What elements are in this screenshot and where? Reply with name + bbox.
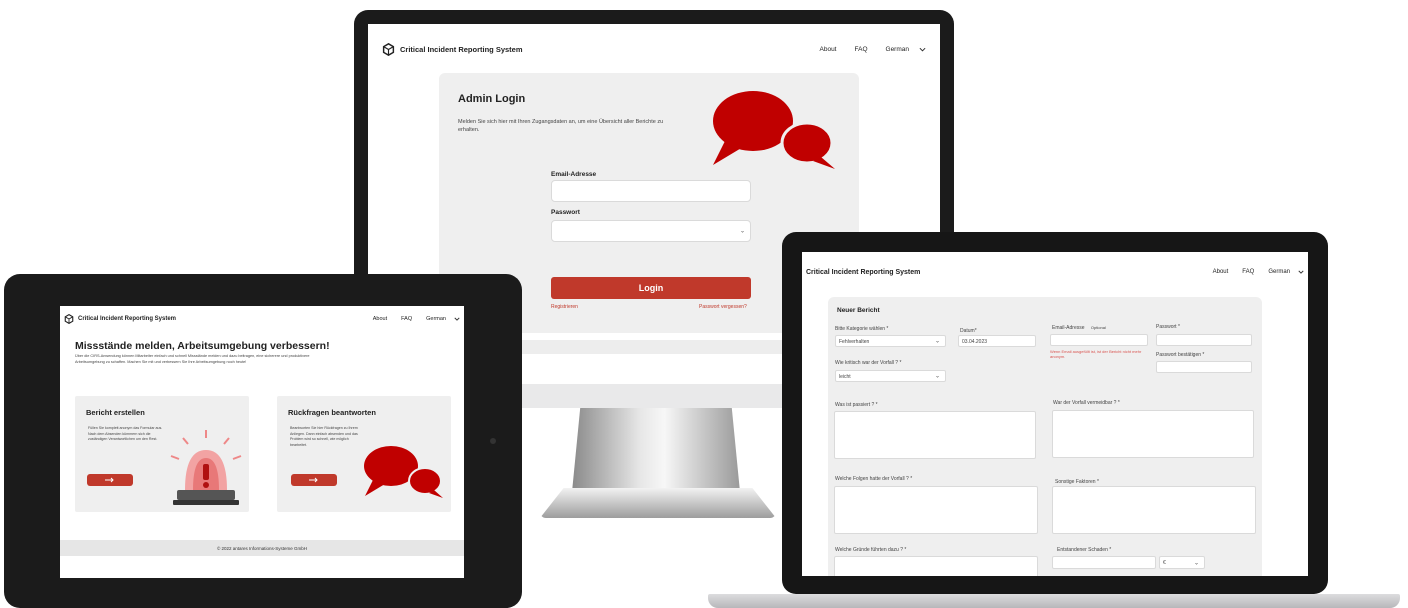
currency-select[interactable]: € ⌄ [1159,556,1205,569]
language-label: German [1268,269,1290,275]
reasons-label: Welche Gründe führten dazu ? * [835,547,907,553]
chevron-down-icon: ⌄ [934,373,940,380]
register-link[interactable]: Registrieren [551,304,578,310]
arrow-right-icon [105,477,115,483]
password-confirm-input[interactable] [1156,361,1252,373]
password-input[interactable] [1156,334,1252,346]
date-input[interactable]: 03.04.2023 [958,335,1036,347]
email-input[interactable] [551,180,751,202]
nav-about-link[interactable]: About [1213,269,1229,275]
email-label-text: Email-Adresse [1052,325,1085,331]
monitor-navbar: Critical Incident Reporting System About… [368,40,940,58]
chevron-down-icon: ⌄ [1193,560,1199,566]
login-button[interactable]: Login [551,277,751,299]
card-create-text: Füllen Sie komplett anonym das Formular … [88,426,163,441]
app-title[interactable]: Critical Incident Reporting System [806,269,920,276]
language-select[interactable]: German [426,316,460,322]
card-create-title: Bericht erstellen [86,408,145,417]
reasons-textarea[interactable] [834,556,1038,576]
hero-text: Über die CIRS-Anwendung können Mitarbeit… [75,354,310,364]
category-select[interactable]: Fehlverhalten ⌄ [835,335,946,347]
card-create-report: Bericht erstellen Füllen Sie komplett an… [75,396,249,512]
tablet-camera [490,438,496,444]
login-heading: Admin Login [458,93,526,105]
password-label: Passwort [551,209,580,216]
alarm-siren-icon [163,428,249,506]
forgot-password-link[interactable]: Passwort vergessen? [699,304,747,310]
login-intro: Melden Sie sich hier mit Ihren Zugangsda… [458,119,664,133]
chevron-down-icon [1298,270,1304,274]
other-factors-label: Sonstige Faktoren * [1055,479,1099,485]
tablet-footer: © 2022 antares Informations-Systeme GmbH [60,540,464,556]
chevron-down-icon [454,317,460,321]
date-label: Datum* [960,328,977,334]
avoidable-textarea[interactable] [1052,410,1254,458]
speech-bubbles-icon [363,444,445,500]
nav-faq-link[interactable]: FAQ [1242,269,1254,275]
app-title[interactable]: Critical Incident Reporting System [78,316,176,322]
email-warning: Wenn Email ausgefüllt ist, ist der Beric… [1050,349,1142,359]
password-confirm-label: Passwort bestätigen * [1156,352,1205,358]
app-title[interactable]: Critical Incident Reporting System [400,45,523,54]
other-factors-textarea[interactable] [1052,486,1256,534]
card-answer-queries: Rückfragen beantworten Beantworten Sie h… [277,396,451,512]
date-value: 03.04.2023 [962,339,988,345]
tablet-screen: Critical Incident Reporting System About… [60,306,464,578]
footer-copyright: © 2022 antares Informations-Systeme GmbH [216,545,308,551]
form-title: Neuer Bericht [837,307,880,314]
laptop-screen: Critical Incident Reporting System About… [802,252,1308,576]
critical-select[interactable]: leicht ⌄ [835,370,946,382]
chevron-down-icon [919,47,926,52]
password-input[interactable]: ⌄ [551,220,751,242]
consequences-textarea[interactable] [834,486,1038,534]
damage-input[interactable] [1052,556,1156,569]
card-answer-text: Beantworten Sie hier Rückfragen zu Ihrem… [290,426,358,447]
chevron-down-icon: ⌄ [934,338,940,345]
password-label: Passwort * [1156,324,1180,330]
language-label: German [885,45,909,53]
category-value: Fehlverhalten [839,339,870,345]
avoidable-label: War der Vorfall vermeidbar ? * [1053,400,1120,406]
cube-logo-icon[interactable] [382,42,395,56]
damage-label: Entstandener Schaden * [1057,547,1112,553]
create-report-button[interactable] [87,474,133,486]
laptop-base [708,594,1400,608]
email-label: Email-Adresse [551,171,597,178]
what-happened-label: Was ist passiert ? * [835,402,878,408]
consequences-label: Welche Folgen hatte der Vorfall ? * [835,476,913,482]
monitor-stand-neck [572,406,740,492]
language-select[interactable]: German [1268,269,1304,275]
nav-about-link[interactable]: About [373,316,387,322]
language-label: German [426,316,446,322]
currency-value: € [1163,560,1166,566]
nav-faq-link[interactable]: FAQ [401,316,412,322]
critical-value: leicht [839,374,851,380]
card-answer-title: Rückfragen beantworten [288,408,376,417]
what-happened-textarea[interactable] [834,411,1036,459]
email-label: Email-Adresse Optional [1052,325,1106,331]
critical-label: Wie kritisch war der Vorfall ? * [835,360,902,366]
language-select[interactable]: German [886,46,926,53]
cube-logo-icon[interactable] [64,314,74,324]
monitor-stand-base [540,488,776,518]
nav-about-link[interactable]: About [820,46,837,53]
email-optional-badge: Optional [1090,325,1106,330]
new-report-form: Neuer Bericht Bitte Kategorie wählen * F… [828,297,1262,576]
arrow-right-icon [309,477,319,483]
answer-queries-button[interactable] [291,474,337,486]
nav-faq-link[interactable]: FAQ [855,46,868,53]
hero-title: Missstände melden, Arbeitsumgebung verbe… [75,340,330,352]
category-label: Bitte Kategorie wählen * [835,326,889,332]
tablet-navbar: Critical Incident Reporting System About… [60,312,464,326]
email-input[interactable] [1050,334,1148,346]
chevron-down-icon: ⌄ [739,228,745,235]
speech-bubbles-icon [711,89,839,171]
laptop-navbar: Critical Incident Reporting System About… [802,266,1308,278]
